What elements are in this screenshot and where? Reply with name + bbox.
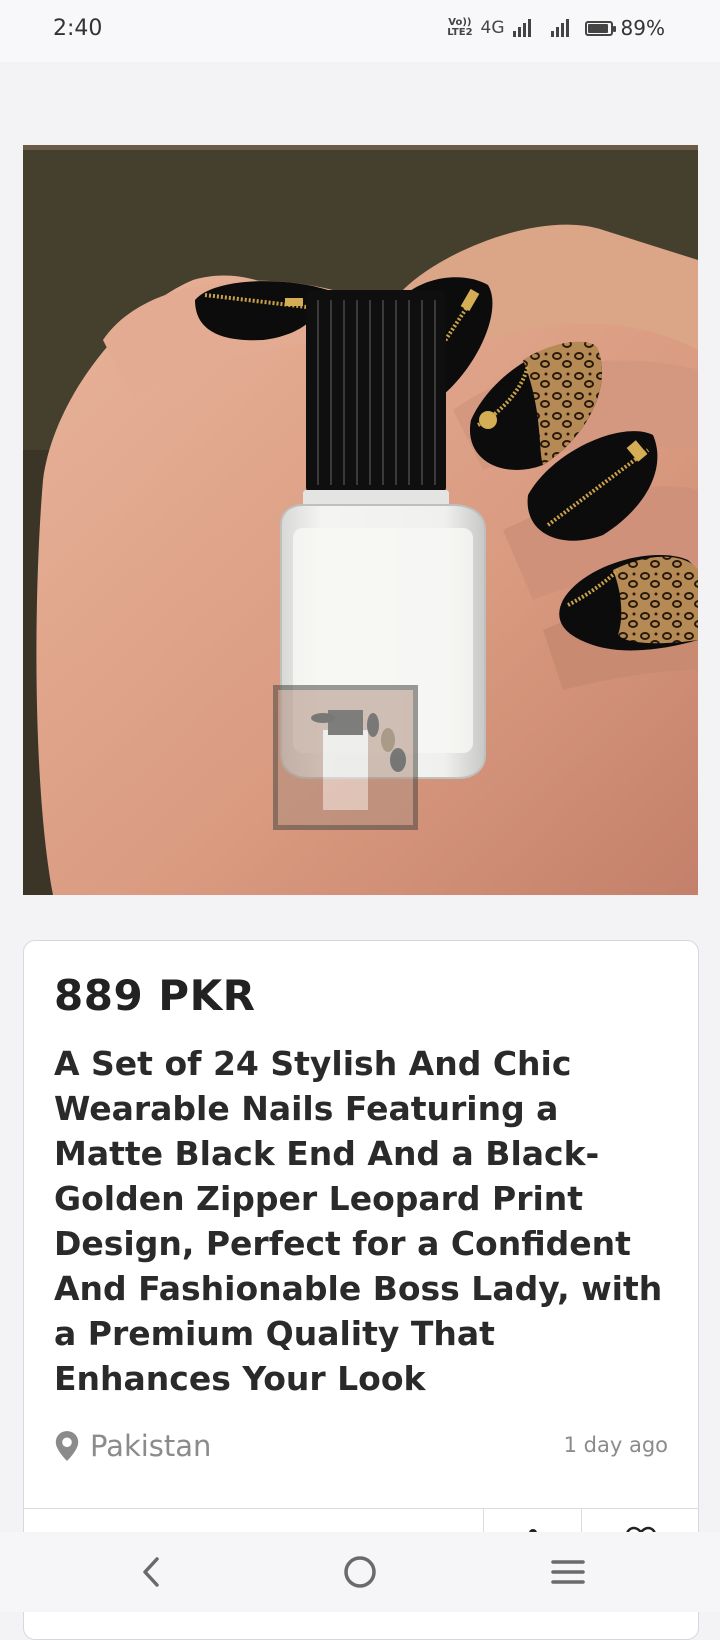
listing-title: A Set of 24 Stylish And Chic Wearable Na… (54, 1044, 663, 1398)
recents-button[interactable] (508, 1532, 628, 1612)
menu-icon (551, 1560, 585, 1584)
system-nav-bar (0, 1532, 720, 1612)
back-icon (143, 1557, 159, 1587)
signal-icon-sim2 (550, 19, 569, 37)
price: 889 PKR (54, 971, 256, 1020)
location-pin-icon (55, 1431, 79, 1461)
status-bar: 2:40 Vo)) LTE2 4G 89% (0, 0, 720, 62)
battery-icon (584, 20, 616, 36)
status-time: 2:40 (53, 16, 103, 41)
location[interactable]: Pakistan (54, 1429, 211, 1463)
signal-icon (512, 19, 531, 37)
back-button[interactable] (92, 1532, 212, 1612)
battery-percent: 89% (620, 16, 665, 40)
product-photo (23, 150, 698, 895)
status-icons: Vo)) LTE2 4G 89% (447, 16, 665, 40)
home-icon (344, 1556, 376, 1588)
posted-time: 1 day ago (563, 1433, 668, 1457)
watermark-thumbnail (273, 685, 418, 830)
volte-indicator: Vo)) LTE2 (447, 18, 472, 38)
home-button[interactable] (300, 1532, 420, 1612)
location-label: Pakistan (90, 1429, 212, 1463)
product-image[interactable] (23, 145, 698, 895)
network-type: 4G (480, 18, 505, 38)
lte-label: LTE2 (447, 27, 473, 38)
